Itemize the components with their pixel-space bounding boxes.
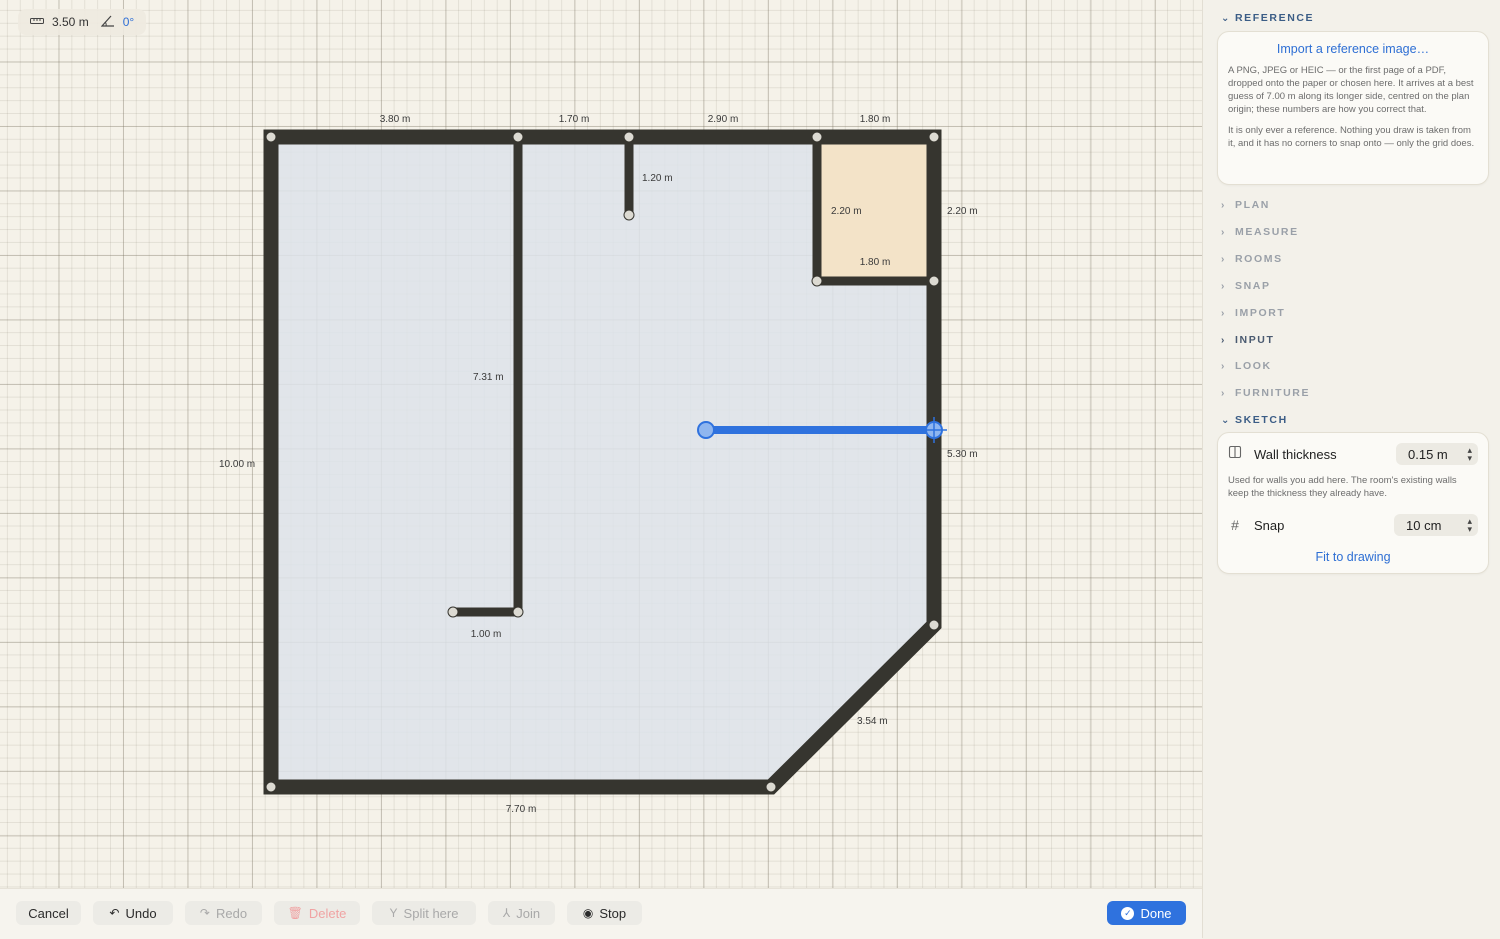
corner-node[interactable] <box>811 131 823 143</box>
new-wall-start-handle[interactable] <box>697 421 715 439</box>
section-rooms[interactable]: › ROOMS <box>1221 253 1283 265</box>
dim-inner-wall: 7.31 m <box>473 372 504 383</box>
section-reference[interactable]: ⌄ REFERENCE <box>1221 12 1314 24</box>
fit-to-drawing-link[interactable]: Fit to drawing <box>1218 550 1488 564</box>
inspector-sidebar: ⌄ REFERENCE Import a reference image… A … <box>1202 0 1500 938</box>
dim-closet-width: 1.80 m <box>860 257 891 268</box>
dim-stub: 1.20 m <box>642 173 673 184</box>
measure-length: 3.50 m <box>52 15 89 29</box>
corner-node[interactable] <box>623 131 635 143</box>
corner-node[interactable] <box>512 606 524 618</box>
delete-button[interactable]: 🗑 Delete <box>274 901 360 925</box>
dim-right-upper: 2.20 m <box>947 206 978 217</box>
section-measure[interactable]: › MEASURE <box>1221 226 1299 238</box>
chevron-down-icon: ⌄ <box>1221 414 1231 426</box>
redo-icon: ↷ <box>199 906 210 920</box>
angle-icon <box>100 15 115 30</box>
chevron-right-icon: › <box>1221 334 1226 346</box>
chevron-right-icon: › <box>1221 253 1226 265</box>
dim-top-1: 3.80 m <box>380 114 411 125</box>
corner-node[interactable] <box>928 619 940 631</box>
corner-node[interactable] <box>265 781 277 793</box>
corner-node[interactable] <box>928 275 940 287</box>
corner-node[interactable] <box>512 131 524 143</box>
bottom-toolbar: Cancel ↶ Undo ↷ Redo 🗑 Delete Y Split he… <box>0 888 1202 939</box>
corner-node[interactable] <box>447 606 459 618</box>
section-input[interactable]: › INPUT <box>1221 334 1275 346</box>
dim-top-2: 1.70 m <box>559 114 590 125</box>
snap-row: # Snap 10 cm ▴ ▾ <box>1228 514 1478 536</box>
wall-thickness-row: Wall thickness 0.15 m ▴ ▾ <box>1228 443 1478 465</box>
wall-thickness-note: Used for walls you add here. The room's … <box>1228 475 1457 499</box>
plan-canvas[interactable]: 3.80 m 1.70 m 2.90 m 1.80 m 1.20 m 2.20 … <box>0 0 1202 888</box>
trash-icon: 🗑 <box>287 906 303 920</box>
snap-label: Snap <box>1254 517 1285 533</box>
wall-thickness-stepper[interactable]: 0.15 m ▴ ▾ <box>1396 443 1478 465</box>
split-here-button[interactable]: Y Split here <box>372 901 476 925</box>
snap-stepper[interactable]: 10 cm ▴ ▾ <box>1394 514 1478 536</box>
split-icon: Y <box>389 906 398 920</box>
dim-diagonal: 3.54 m <box>857 716 888 727</box>
stepper-arrows-icon[interactable]: ▴ ▾ <box>1467 446 1472 463</box>
undo-button[interactable]: ↶ Undo <box>93 901 173 925</box>
corner-node[interactable] <box>928 131 940 143</box>
dim-closet-height: 2.20 m <box>831 206 862 217</box>
chevron-down-icon: ⌄ <box>1221 12 1231 24</box>
measure-angle: 0° <box>122 15 135 29</box>
chevron-right-icon: › <box>1221 387 1226 399</box>
corner-node[interactable] <box>623 209 635 221</box>
redo-button[interactable]: ↷ Redo <box>185 901 262 925</box>
chevron-right-icon: › <box>1221 280 1226 292</box>
dim-top-3: 2.90 m <box>708 114 739 125</box>
chevron-right-icon: › <box>1221 360 1226 372</box>
section-look[interactable]: › LOOK <box>1221 360 1272 372</box>
dim-bottom: 7.70 m <box>506 804 537 815</box>
stop-icon: ◉ <box>582 906 594 920</box>
wall-thickness-icon <box>1228 445 1242 464</box>
section-snap[interactable]: › SNAP <box>1221 280 1271 292</box>
dim-right-lower: 5.30 m <box>947 449 978 460</box>
dim-left: 10.00 m <box>219 459 255 470</box>
reference-card: Import a reference image… A PNG, JPEG or… <box>1217 31 1489 185</box>
dim-short-wall: 1.00 m <box>471 629 502 640</box>
ruler-icon <box>30 15 44 29</box>
stop-button[interactable]: ◉ Stop <box>567 901 642 925</box>
chevron-right-icon: › <box>1221 307 1226 319</box>
section-import[interactable]: › IMPORT <box>1221 307 1285 319</box>
checkmark-icon: ✓ <box>1121 906 1135 920</box>
dim-top-4: 1.80 m <box>860 114 891 125</box>
section-sketch[interactable]: ⌄ SKETCH <box>1221 414 1288 426</box>
corner-node[interactable] <box>811 275 823 287</box>
chevron-right-icon: › <box>1221 199 1226 211</box>
corner-node[interactable] <box>265 131 277 143</box>
join-icon: ⅄ <box>502 906 511 920</box>
wall-thickness-label: Wall thickness <box>1254 446 1337 462</box>
join-button[interactable]: ⅄ Join <box>488 901 555 925</box>
grid-icon: # <box>1231 517 1239 533</box>
reference-note-1: A PNG, JPEG or HEIC — or the first page … <box>1228 65 1474 115</box>
cancel-button[interactable]: Cancel <box>16 901 81 925</box>
undo-icon: ↶ <box>109 906 120 920</box>
section-furniture[interactable]: › FURNITURE <box>1221 387 1310 399</box>
import-reference-link[interactable]: Import a reference image… <box>1218 42 1488 56</box>
chevron-right-icon: › <box>1221 226 1226 238</box>
sketch-card: Wall thickness 0.15 m ▴ ▾ Used for walls … <box>1217 432 1489 574</box>
done-button[interactable]: ✓ Done <box>1107 901 1186 925</box>
floor-plan[interactable]: 3.80 m 1.70 m 2.90 m 1.80 m 1.20 m 2.20 … <box>0 0 1202 888</box>
section-plan[interactable]: › PLAN <box>1221 199 1270 211</box>
measure-readout: 3.50 m 0° <box>18 9 147 35</box>
stepper-arrows-icon[interactable]: ▴ ▾ <box>1467 517 1472 534</box>
reference-note-2: It is only ever a reference. Nothing you… <box>1228 125 1475 149</box>
corner-node[interactable] <box>765 781 777 793</box>
